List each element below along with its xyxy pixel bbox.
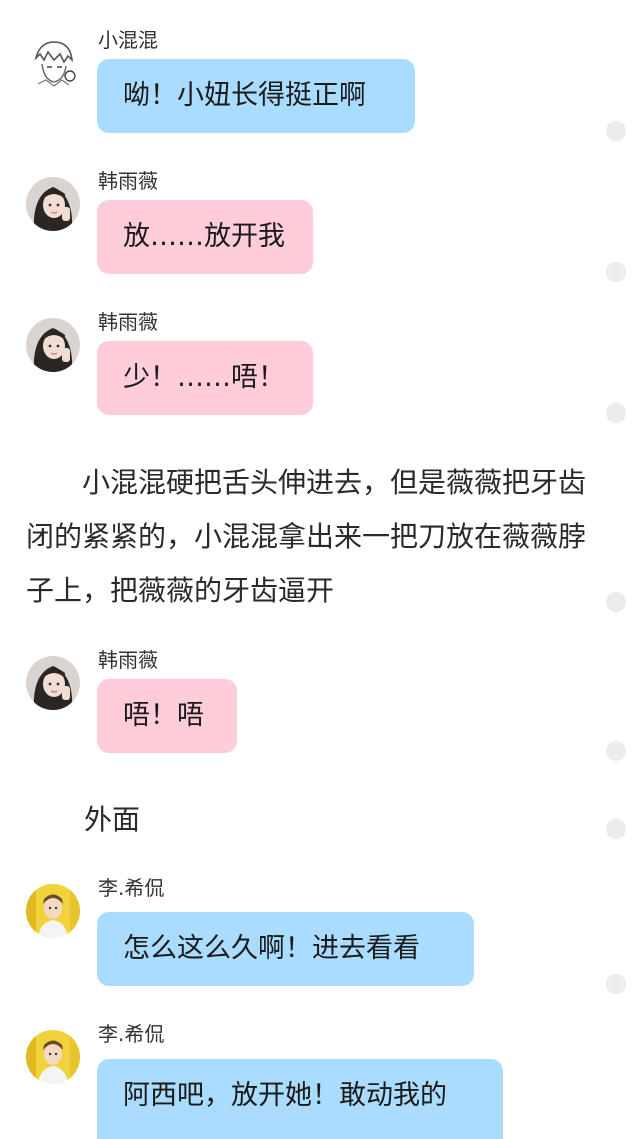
status-dot (606, 819, 626, 839)
avatar[interactable] (26, 177, 80, 231)
scene-label: 外面 (84, 803, 141, 836)
avatar[interactable] (26, 36, 80, 90)
message-bubble[interactable]: 怎么这么久啊！进去看看 (97, 912, 474, 986)
sender-name: 韩雨薇 (98, 169, 158, 193)
sender-name: 韩雨薇 (98, 310, 158, 334)
status-dot (606, 592, 626, 612)
status-dot (606, 741, 626, 761)
girl-avatar-icon (26, 318, 80, 372)
girl-avatar-icon (26, 656, 80, 710)
avatar[interactable] (26, 1030, 80, 1084)
status-dot (606, 121, 626, 141)
sender-name: 小混混 (98, 28, 158, 52)
avatar[interactable] (26, 656, 80, 710)
sender-name: 李.希侃 (98, 876, 165, 900)
girl-avatar-icon (26, 177, 80, 231)
message-bubble[interactable]: 呦！小妞长得挺正啊 (97, 59, 415, 133)
yellow-boy-avatar-icon (26, 1030, 80, 1084)
sender-name: 韩雨薇 (98, 648, 158, 672)
status-dot (606, 403, 626, 423)
message-bubble[interactable]: 阿西吧，放开她！敢动我的 (97, 1059, 503, 1139)
status-dot (606, 262, 626, 282)
message-bubble[interactable]: 放……放开我 (97, 200, 313, 274)
message-bubble[interactable]: 唔！唔 (97, 679, 237, 753)
sender-name: 李.希侃 (98, 1022, 165, 1046)
yellow-boy-avatar-icon (26, 884, 80, 938)
narration-text: 小混混硬把舌头伸进去，但是薇薇把牙齿闭的紧紧的，小混混拿出来一把刀放在薇薇脖子上… (26, 466, 587, 607)
avatar[interactable] (26, 318, 80, 372)
status-dot (606, 974, 626, 994)
avatar[interactable] (26, 884, 80, 938)
message-bubble[interactable]: 少！……唔！ (97, 341, 313, 415)
sketch-boy-avatar-icon (26, 36, 80, 90)
